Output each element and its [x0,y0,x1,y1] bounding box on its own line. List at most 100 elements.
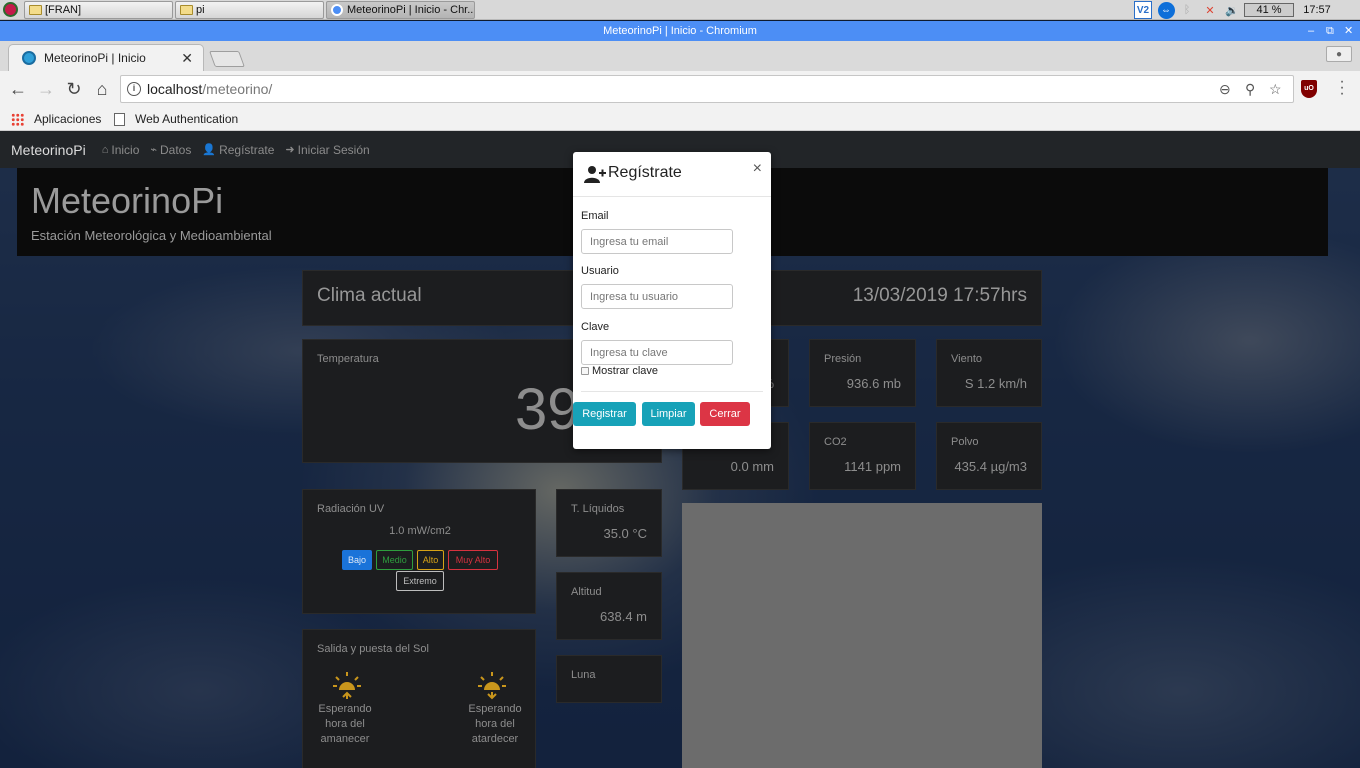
sunrise-icon [333,672,361,699]
sunset-line: Esperando [468,703,522,715]
nav-registrate[interactable]: 👤 Regístrate [202,143,274,157]
apps-grid-icon [11,112,24,126]
bookmark-label: Web Authentication [135,112,239,126]
registrar-button[interactable]: Registrar [573,402,636,426]
profile-icon[interactable]: ● [1326,46,1352,62]
back-icon[interactable]: ← [6,77,30,101]
uv-level-bajo[interactable]: Bajo [342,550,372,570]
nav-label: Inicio [111,142,140,157]
mostrar-clave-checkbox[interactable] [581,367,589,375]
raspberry-menu-icon[interactable] [3,2,18,17]
card-label: Polvo [951,436,979,448]
taskbar-item-label: pi [196,4,205,16]
card-value: 35.0 °C [603,526,647,541]
t-liquidos-card: T. Líquidos 35.0 °C [556,489,662,557]
forward-icon[interactable]: → [34,77,58,101]
limpiar-button[interactable]: Limpiar [642,402,695,426]
network-disconnected-icon[interactable]: ✕ [1202,1,1218,19]
usuario-field[interactable] [581,284,733,309]
card-label: Radiación UV [317,503,385,515]
altitud-card: Altitud 638.4 m [556,572,662,640]
document-icon [114,112,125,126]
browser-tab[interactable]: MeteorinoPi | Inicio ✕ [8,44,204,71]
nav-iniciar-sesion[interactable]: ➜ Iniciar Sesión [285,143,369,157]
nav-label: Regístrate [219,142,275,157]
sunrise-line: Esperando [318,703,372,715]
modal-title: Regístrate [608,164,682,181]
clock[interactable]: 17:57 [1300,1,1334,19]
site-subtitle: Estación Meteorológica y Medioambiental [31,228,272,243]
mostrar-clave-label[interactable]: Mostrar clave [592,365,658,377]
uv-value: 1.0 mW/cm2 [389,525,451,537]
window-title: MeteorinoPi | Inicio - Chromium [603,25,757,37]
minimize-icon[interactable]: ‒ [1308,21,1314,41]
card-label: Salida y puesta del Sol [317,643,429,655]
bookmark-web-authentication[interactable]: Web Authentication [114,110,238,128]
line-chart-icon: ⌁ [150,144,157,156]
sol-card: Salida y puesta del Sol Esperando hora d… [302,629,536,768]
ublock-label: uO [1304,85,1314,92]
uv-level-label: Bajo [347,555,366,565]
uv-level-label: Extremo [403,576,437,586]
temperatura-value: 39 [515,377,580,442]
bookmark-apps[interactable]: Aplicaciones [11,110,101,128]
maximize-icon[interactable]: ⧉ [1326,21,1334,41]
modal-close-button[interactable]: × [753,160,762,178]
clima-title: Clima actual [317,285,422,306]
uv-level-muy-alto[interactable]: Muy Alto [448,550,498,570]
uv-level-medio[interactable]: Medio [376,550,413,570]
card-label: Presión [824,353,862,365]
taskbar-item-pi[interactable]: pi [175,1,324,19]
nav-label: Iniciar Sesión [297,142,370,157]
uv-level-extremo[interactable]: Extremo [396,571,444,591]
card-label: Altitud [571,586,602,598]
email-field[interactable] [581,229,733,254]
close-window-icon[interactable]: ✕ [1344,21,1353,41]
nav-datos[interactable]: ⌁ Datos [150,143,191,157]
card-value: 0.0 mm [730,459,774,474]
battery-indicator[interactable]: 41 % [1244,3,1294,17]
new-tab-button[interactable] [209,51,245,67]
bluetooth-icon[interactable]: ᛒ [1180,1,1194,19]
user-plus-icon [584,166,606,183]
bookmarks-bar: Aplicaciones Web Authentication [0,107,1360,131]
bookmark-star-icon[interactable]: ☆ [1269,81,1282,98]
teamviewer-icon[interactable]: ⇔ [1156,1,1176,19]
tab-strip: MeteorinoPi | Inicio ✕ ● [0,41,1360,71]
map-panel[interactable] [682,503,1042,768]
uv-level-alto[interactable]: Alto [417,550,444,570]
card-value: 936.6 mb [846,376,901,391]
email-label: Email [581,210,609,222]
sunset-line: atardecer [471,733,519,745]
vnc-icon[interactable]: V2 [1134,1,1152,19]
presion-card: Presión 936.6 mb [809,339,916,407]
clave-field[interactable] [581,340,733,365]
folder-icon [180,5,193,15]
menu-icon[interactable]: · · · [1336,74,1348,102]
site-brand[interactable]: MeteorinoPi [11,142,86,158]
card-label: Temperatura [317,353,379,365]
reload-icon[interactable]: ↻ [62,77,86,101]
taskbar-item-label: MeteorinoPi | Inicio - Chr... [347,4,475,16]
bookmark-label: Aplicaciones [34,112,102,126]
battery-label: 41 % [1256,4,1282,16]
user-plus-icon: 👤 [202,144,217,156]
zoom-icon[interactable]: ⊖ [1219,81,1231,98]
taskbar-item-chromium[interactable]: MeteorinoPi | Inicio - Chr... [326,1,475,19]
volume-icon[interactable]: 🔉 [1224,1,1240,19]
address-bar[interactable]: i localhost/meteorino/ ⊖ ⚲ ☆ [120,75,1294,103]
os-taskbar: [FRAN] pi MeteorinoPi | Inicio - Chr... … [0,0,1360,20]
button-label: Cerrar [709,408,741,420]
home-icon[interactable]: ⌂ [90,77,114,101]
key-icon[interactable]: ⚲ [1245,81,1255,98]
nav-inicio[interactable]: ⌂ Inicio [102,143,140,157]
browser-toolbar: ← → ↻ ⌂ i localhost/meteorino/ ⊖ ⚲ ☆ uO … [0,71,1360,107]
cerrar-button[interactable]: Cerrar [700,402,750,426]
taskbar-item-fran[interactable]: [FRAN] [24,1,173,19]
clima-datetime: 13/03/2019 17:57hrs [852,285,1027,306]
ublock-icon[interactable]: uO [1301,80,1317,98]
close-tab-icon[interactable]: ✕ [181,50,193,67]
info-icon[interactable]: i [127,82,141,96]
clock-label: 17:57 [1303,4,1331,16]
nav-label: Datos [160,142,192,157]
